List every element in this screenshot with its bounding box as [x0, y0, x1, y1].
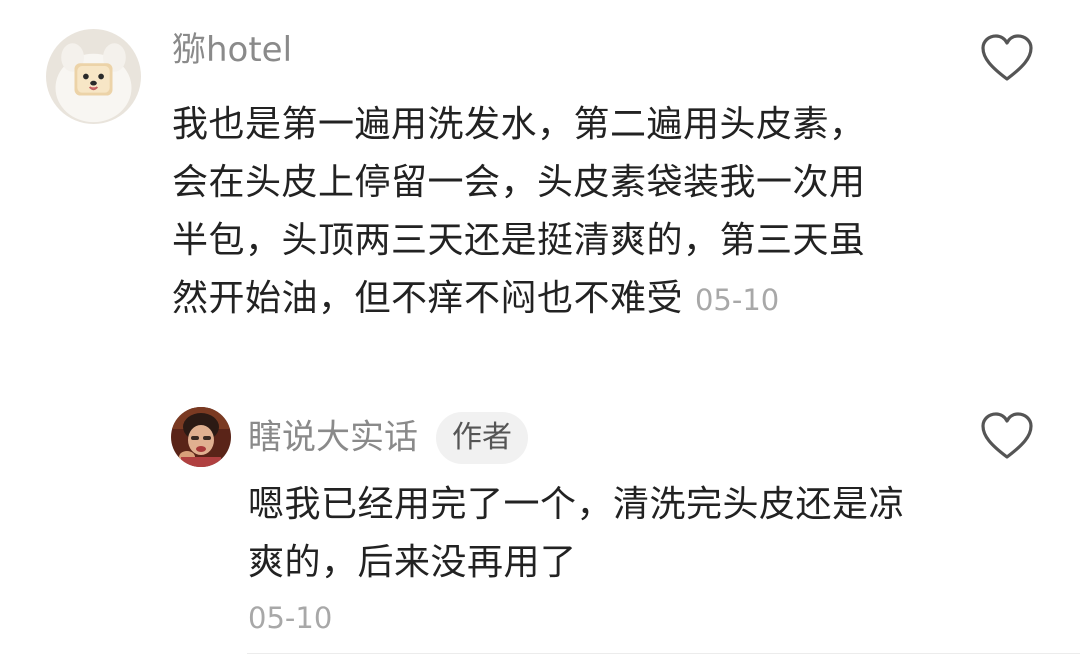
divider [247, 653, 1080, 654]
heart-outline-icon [981, 412, 1033, 459]
reply-avatar[interactable] [171, 407, 231, 467]
comment-item: 猕hotel 我也是第一遍用洗发水，第二遍用头皮素，会在头皮上停留一会，头皮素袋… [0, 0, 1080, 400]
user-avatar[interactable] [46, 29, 141, 124]
reply-username[interactable]: 瞎说大实话 [248, 418, 418, 458]
comment-date: 05-10 [694, 283, 780, 317]
author-badge: 作者 [436, 411, 528, 464]
like-button[interactable] [979, 33, 1035, 83]
reply-username-row: 瞎说大实话 作者 [248, 410, 528, 464]
reply-item: 瞎说大实话 作者 嗯我已经用完了一个，清洗完头皮还是凉爽的，后来没再用了 05-1… [0, 400, 1080, 661]
person-eating-avatar-icon [171, 407, 231, 467]
reply-text: 嗯我已经用完了一个，清洗完头皮还是凉爽的，后来没再用了 [248, 484, 906, 583]
heart-outline-icon [981, 34, 1033, 81]
reply-like-button[interactable] [979, 411, 1035, 461]
reply-body: 嗯我已经用完了一个，清洗完头皮还是凉爽的，后来没再用了 05-10 [248, 476, 938, 640]
comment-body: 我也是第一遍用洗发水，第二遍用头皮素，会在头皮上停留一会，头皮素袋装我一次用半包… [172, 96, 897, 329]
dog-avatar-icon [46, 29, 141, 124]
reply-date: 05-10 [248, 601, 333, 635]
comment-username[interactable]: 猕hotel [172, 26, 292, 74]
